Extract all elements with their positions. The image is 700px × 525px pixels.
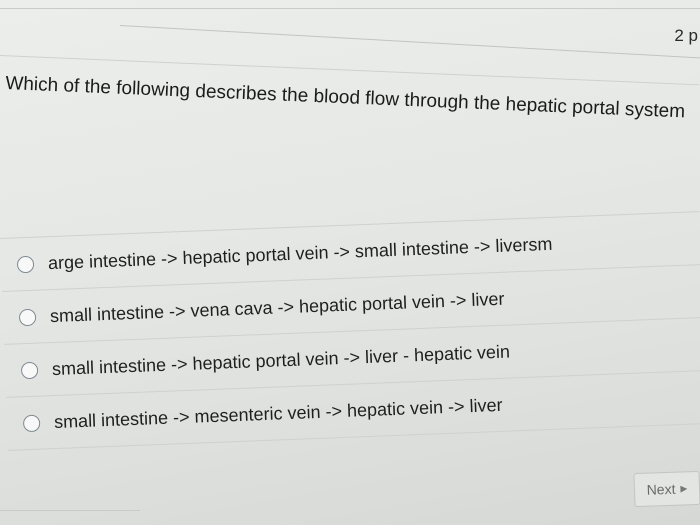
answer-label: small intestine -> hepatic portal vein -… — [51, 341, 511, 379]
answer-label: arge intestine -> hepatic portal vein ->… — [47, 233, 553, 273]
radio-button-icon[interactable] — [20, 361, 39, 379]
radio-button-icon[interactable] — [16, 255, 35, 273]
question-text: Which of the following describes the blo… — [4, 72, 686, 123]
bottom-divider — [0, 510, 140, 511]
radio-button-icon[interactable] — [22, 414, 41, 432]
points-label: 2 p — [674, 26, 698, 45]
radio-button-icon[interactable] — [18, 308, 37, 326]
triangle-right-icon: ▶ — [680, 482, 688, 494]
next-label: Next — [646, 480, 676, 498]
answer-list: arge intestine -> hepatic portal vein ->… — [0, 211, 700, 451]
top-divider — [0, 0, 700, 9]
answer-label: small intestine -> mesenteric vein -> he… — [53, 394, 503, 432]
header-divider — [119, 25, 700, 60]
answer-label: small intestine -> vena cava -> hepatic … — [49, 288, 505, 326]
next-button[interactable]: Next ▶ — [633, 470, 700, 508]
